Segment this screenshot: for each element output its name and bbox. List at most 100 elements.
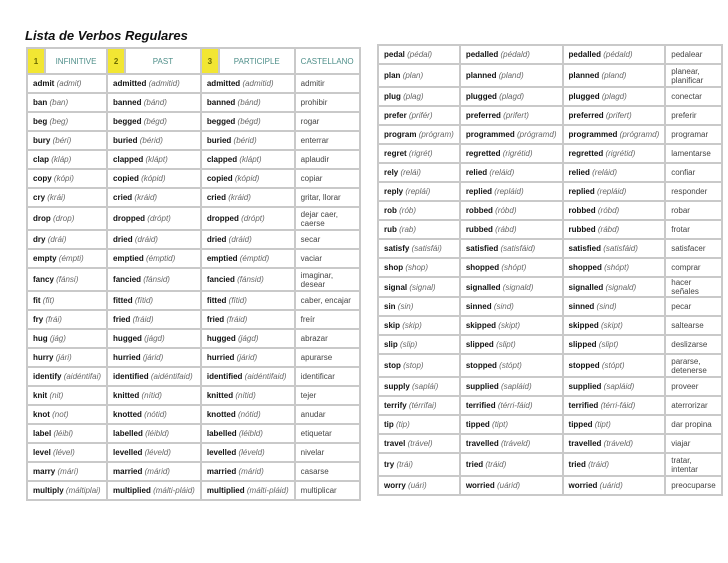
past-cell: travelled (tráveld) [460, 435, 562, 452]
pronunciation: (rab) [399, 225, 417, 234]
participle-cell: clapped (klápt) [201, 151, 294, 168]
castellano-cell: preferir [666, 107, 721, 124]
past-cell: preferred (prifert) [460, 107, 562, 124]
verb-form: banned [206, 98, 236, 107]
pronunciation: (rábd) [597, 225, 620, 234]
verb-form: worried [465, 481, 495, 490]
verb-form: knot [33, 410, 50, 419]
pronunciation: (tráveld) [603, 439, 634, 448]
verb-form: rubbed [568, 225, 596, 234]
verb-form: rob [384, 206, 397, 215]
infinitive-cell: plug (plag) [379, 88, 459, 105]
infinitive-cell: knit (nit) [28, 387, 107, 404]
pronunciation: (léibl) [53, 429, 74, 438]
verb-form: plan [384, 71, 401, 80]
participle-cell: terrified (térri-fáid) [563, 397, 665, 414]
pronunciation: (krái) [47, 193, 66, 202]
verb-form: knitted [113, 391, 140, 400]
pronunciation: (térri-fáid) [600, 401, 636, 410]
pronunciation: (bérid) [233, 136, 257, 145]
pronunciation: (satisfáid) [603, 244, 638, 253]
pronunciation: (rábd) [495, 225, 517, 234]
verb-form: labelled [206, 429, 237, 438]
verb-form: dropped [206, 214, 239, 223]
verb-form: drop [33, 214, 51, 223]
page-title: Lista de Verbos Regulares [25, 28, 188, 43]
infinitive-cell: rely (relái) [379, 164, 459, 181]
table-row: cry (krái) cried (kráid) cried (kráid) grit… [28, 189, 359, 206]
past-cell: planned (pland) [460, 65, 562, 86]
table-row: signal (signal) signalled (signald) signal… [379, 278, 721, 296]
past-cell: tipped (tipt) [460, 416, 562, 433]
verb-form: begged [206, 117, 236, 126]
verb-form: clapped [113, 155, 144, 164]
verb-form: identify [33, 372, 62, 381]
verb-form: emptied [113, 254, 144, 263]
infinitive-cell: hug (jág) [28, 330, 107, 347]
pronunciation: (uárid) [599, 481, 623, 490]
pronunciation: (saplái) [412, 382, 439, 391]
infinitive-cell: skip (skip) [379, 317, 459, 334]
verb-form: shopped [568, 263, 602, 272]
infinitive-cell: pedal (pédal) [379, 46, 459, 63]
infinitive-cell: signal (signal) [379, 278, 459, 296]
past-cell: clapped (klápt) [108, 151, 200, 168]
pronunciation: (pédal) [407, 50, 433, 59]
verb-form: satisfy [384, 244, 410, 253]
past-cell: levelled (léveld) [108, 444, 200, 461]
infinitive-cell: copy (kópi) [28, 170, 107, 187]
verb-form: beg [33, 117, 48, 126]
infinitive-cell: program (prógram) [379, 126, 459, 143]
verb-form: copied [206, 174, 233, 183]
pronunciation: (fítid) [228, 296, 247, 305]
pronunciation: (sind) [493, 302, 514, 311]
participle-cell: tipped (tipt) [563, 416, 665, 433]
past-cell: worried (uárid) [460, 477, 562, 494]
pronunciation: (repláid) [494, 187, 524, 196]
table-row: try (trái) tried (tráid) tried (tráid) trat… [379, 454, 721, 475]
pronunciation: (tráid) [485, 460, 507, 469]
castellano-cell: abrazar [295, 330, 359, 347]
table-row: knit (nit) knitted (nítid) knitted (nítid)… [28, 387, 359, 404]
past-cell: copied (kópid) [108, 170, 200, 187]
pronunciation: (térri-fáid) [497, 401, 533, 410]
table-row: drop (drop) dropped (drópt) dropped (drópt… [28, 208, 359, 229]
table-row: tip (tip) tipped (tipt) tipped (tipt) dar p… [379, 416, 721, 433]
infinitive-cell: regret (rigrét) [379, 145, 459, 162]
pronunciation: (kópi) [53, 174, 74, 183]
verb-form: admitted [206, 79, 241, 88]
verb-form: hugged [206, 334, 236, 343]
verb-form: banned [113, 98, 142, 107]
verb-form: tried [465, 460, 484, 469]
past-cell: begged (bégd) [108, 113, 200, 130]
infinitive-cell: marry (mári) [28, 463, 107, 480]
table-row: label (léibl) labelled (léibld) labelled (… [28, 425, 359, 442]
verb-form: rub [384, 225, 397, 234]
pronunciation: (skip) [402, 321, 422, 330]
infinitive-cell: plan (plan) [379, 65, 459, 86]
verb-form: terrify [384, 401, 407, 410]
castellano-cell: planear, planificar [666, 65, 721, 86]
participle-cell: tried (tráid) [563, 454, 665, 475]
infinitive-cell: cry (krái) [28, 189, 107, 206]
castellano-cell: secar [295, 231, 359, 248]
verb-form: programmed [568, 130, 618, 139]
past-cell: regretted (rigrétid) [460, 145, 562, 162]
pronunciation: (márid) [144, 467, 170, 476]
participle-cell: signalled (signald) [563, 278, 665, 296]
pronunciation: (ban) [49, 98, 69, 107]
participle-cell: hugged (jágd) [201, 330, 294, 347]
participle-cell: sinned (sind) [563, 298, 665, 315]
infinitive-cell: bury (béri) [28, 132, 107, 149]
pronunciation: (jágd) [144, 334, 165, 343]
verb-form: signal [384, 282, 408, 292]
pronunciation: (kráid) [228, 193, 251, 202]
castellano-cell: vaciar [295, 250, 359, 267]
verb-form: begged [113, 117, 142, 126]
castellano-cell: tratar, intentar [666, 454, 721, 475]
past-cell: fancied (fánsid) [108, 269, 200, 290]
castellano-cell: confiar [666, 164, 721, 181]
table-row: rub (rab) rubbed (rábd) rubbed (rábd) frota… [379, 221, 721, 238]
participle-cell: admitted (admitid) [201, 75, 294, 92]
verb-form: tipped [465, 420, 490, 429]
